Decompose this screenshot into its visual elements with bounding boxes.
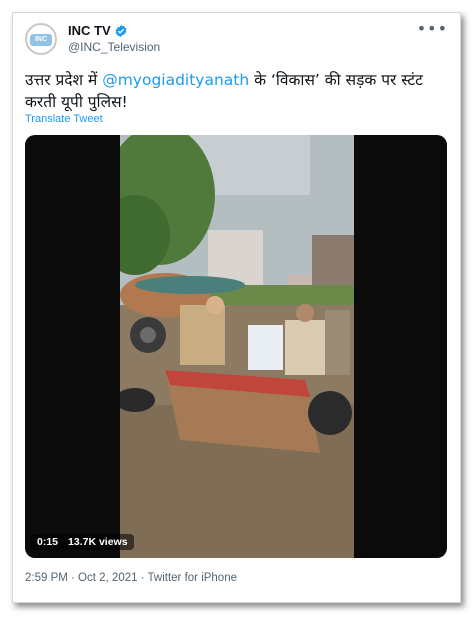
video-frame	[120, 135, 354, 558]
author-name-row: INC TV	[68, 23, 128, 38]
author-name[interactable]: INC TV	[68, 23, 111, 38]
mention-link[interactable]: @myogiadityanath	[102, 71, 249, 89]
video-player[interactable]: 0:15 13.7K views	[25, 135, 447, 558]
more-options-icon[interactable]: •••	[417, 19, 448, 38]
author-handle[interactable]: @INC_Television	[68, 40, 160, 54]
avatar-logo: INC	[30, 34, 52, 46]
translate-tweet-link[interactable]: Translate Tweet	[25, 113, 103, 125]
tweet-timestamp[interactable]: 2:59 PM · Oct 2, 2021 · Twitter for iPho…	[25, 572, 237, 584]
tweet-text: उत्तर प्रदेश में @myogiadityanath के ‘वि…	[25, 69, 445, 113]
verified-badge-icon	[115, 24, 127, 37]
video-views: 13.7K views	[68, 536, 128, 548]
video-duration: 0:15	[37, 536, 59, 548]
video-stats: 0:15 13.7K views	[31, 534, 134, 550]
tweet-text-part: उत्तर प्रदेश में	[25, 71, 103, 89]
avatar[interactable]: INC	[25, 23, 57, 55]
tweet-card: INC INC TV @INC_Television ••• उत्तर प्र…	[12, 12, 461, 603]
